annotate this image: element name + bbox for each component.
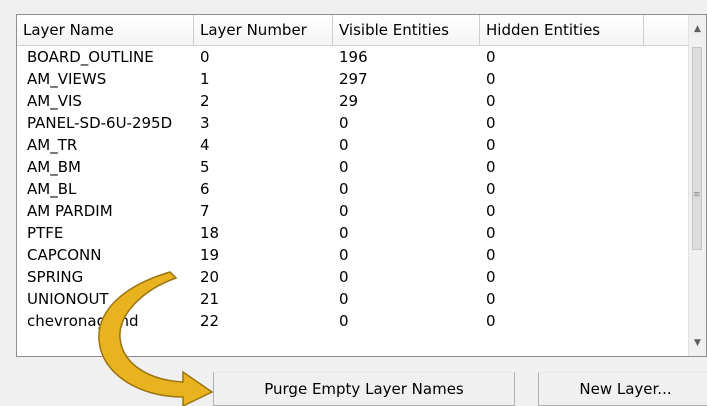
layer-number-cell: 4 (200, 136, 210, 154)
layer-number-cell: 7 (200, 202, 210, 220)
hidden-entities-cell: 0 (486, 92, 496, 110)
table-row[interactable]: AM_BM 5 0 0 (17, 156, 688, 178)
scrollbar-thumb[interactable] (692, 47, 702, 250)
new-layer-button[interactable]: New Layer... (538, 372, 707, 406)
visible-entities-cell: 0 (339, 158, 349, 176)
layer-number-cell: 0 (200, 48, 210, 66)
layer-name-cell: PANEL-SD-6U-295D (27, 114, 173, 132)
layers-list-header: Layer Name Layer Number Visible Entities… (17, 15, 706, 46)
visible-entities-cell: 0 (339, 312, 349, 330)
scroll-down-arrow-icon[interactable]: ▼ (689, 335, 706, 352)
layer-name-cell: BOARD_OUTLINE (27, 48, 154, 66)
column-header-filler (644, 15, 690, 45)
visible-entities-cell: 0 (339, 202, 349, 220)
layer-name-cell: UNIONOUT (27, 290, 109, 308)
layer-number-cell: 20 (200, 268, 220, 286)
layer-number-cell: 2 (200, 92, 210, 110)
hidden-entities-cell: 0 (486, 48, 496, 66)
visible-entities-cell: 297 (339, 70, 368, 88)
column-header-layer-number[interactable]: Layer Number (194, 15, 333, 45)
hidden-entities-cell: 0 (486, 202, 496, 220)
table-row[interactable]: AM_VIEWS 1 297 0 (17, 68, 688, 90)
table-row[interactable]: AM PARDIM 7 0 0 (17, 200, 688, 222)
hidden-entities-cell: 0 (486, 158, 496, 176)
visible-entities-cell: 196 (339, 48, 368, 66)
table-row[interactable]: PTFE 18 0 0 (17, 222, 688, 244)
layer-name-cell: CAPCONN (27, 246, 102, 264)
layers-list-rows: BOARD_OUTLINE 0 196 0 AM_VIEWS 1 297 0 AM_VIS 2 29… (17, 46, 688, 332)
layer-name-cell: AM_BL (27, 180, 77, 198)
hidden-entities-cell: 0 (486, 180, 496, 198)
visible-entities-cell: 0 (339, 114, 349, 132)
layer-name-cell: chevronagland (27, 312, 139, 330)
layer-number-cell: 6 (200, 180, 210, 198)
layers-list[interactable]: Layer Name Layer Number Visible Entities… (16, 14, 707, 357)
column-header-hidden-entities[interactable]: Hidden Entities (480, 15, 644, 45)
layer-number-cell: 19 (200, 246, 220, 264)
hidden-entities-cell: 0 (486, 312, 496, 330)
table-row[interactable]: AM_BL 6 0 0 (17, 178, 688, 200)
table-row[interactable]: AM_TR 4 0 0 (17, 134, 688, 156)
column-header-layer-name[interactable]: Layer Name (17, 15, 194, 45)
scroll-up-arrow-icon[interactable]: ▲ (689, 21, 706, 38)
visible-entities-cell: 0 (339, 246, 349, 264)
hidden-entities-cell: 0 (486, 246, 496, 264)
layer-number-cell: 22 (200, 312, 220, 330)
hidden-entities-cell: 0 (486, 224, 496, 242)
scrollbar-grip-icon: ≡ (693, 190, 701, 200)
visible-entities-cell: 0 (339, 268, 349, 286)
layer-name-cell: PTFE (27, 224, 64, 242)
hidden-entities-cell: 0 (486, 114, 496, 132)
table-row[interactable]: CAPCONN 19 0 0 (17, 244, 688, 266)
purge-empty-layer-names-button[interactable]: Purge Empty Layer Names (213, 372, 515, 406)
layer-name-cell: AM_VIEWS (27, 70, 107, 88)
visible-entities-cell: 0 (339, 224, 349, 242)
visible-entities-cell: 0 (339, 136, 349, 154)
layer-name-cell: AM_BM (27, 158, 81, 176)
visible-entities-cell: 29 (339, 92, 359, 110)
hidden-entities-cell: 0 (486, 136, 496, 154)
vertical-scrollbar[interactable]: ▲ ≡ ▼ (688, 15, 706, 356)
layer-name-cell: AM_TR (27, 136, 78, 154)
table-row[interactable]: UNIONOUT 21 0 0 (17, 288, 688, 310)
layer-name-cell: SPRING (27, 268, 84, 286)
layer-name-cell: AM PARDIM (27, 202, 113, 220)
table-row[interactable]: PANEL-SD-6U-295D 3 0 0 (17, 112, 688, 134)
table-row[interactable]: SPRING 20 0 0 (17, 266, 688, 288)
table-row[interactable]: AM_VIS 2 29 0 (17, 90, 688, 112)
visible-entities-cell: 0 (339, 290, 349, 308)
hidden-entities-cell: 0 (486, 70, 496, 88)
table-row[interactable]: chevronagland 22 0 0 (17, 310, 688, 332)
layer-number-cell: 21 (200, 290, 220, 308)
hidden-entities-cell: 0 (486, 290, 496, 308)
layer-name-cell: AM_VIS (27, 92, 82, 110)
visible-entities-cell: 0 (339, 180, 349, 198)
table-row[interactable]: BOARD_OUTLINE 0 196 0 (17, 46, 688, 68)
hidden-entities-cell: 0 (486, 268, 496, 286)
layer-number-cell: 1 (200, 70, 210, 88)
layer-number-cell: 5 (200, 158, 210, 176)
layer-number-cell: 18 (200, 224, 220, 242)
column-header-visible-entities[interactable]: Visible Entities (333, 15, 480, 45)
layer-number-cell: 3 (200, 114, 210, 132)
